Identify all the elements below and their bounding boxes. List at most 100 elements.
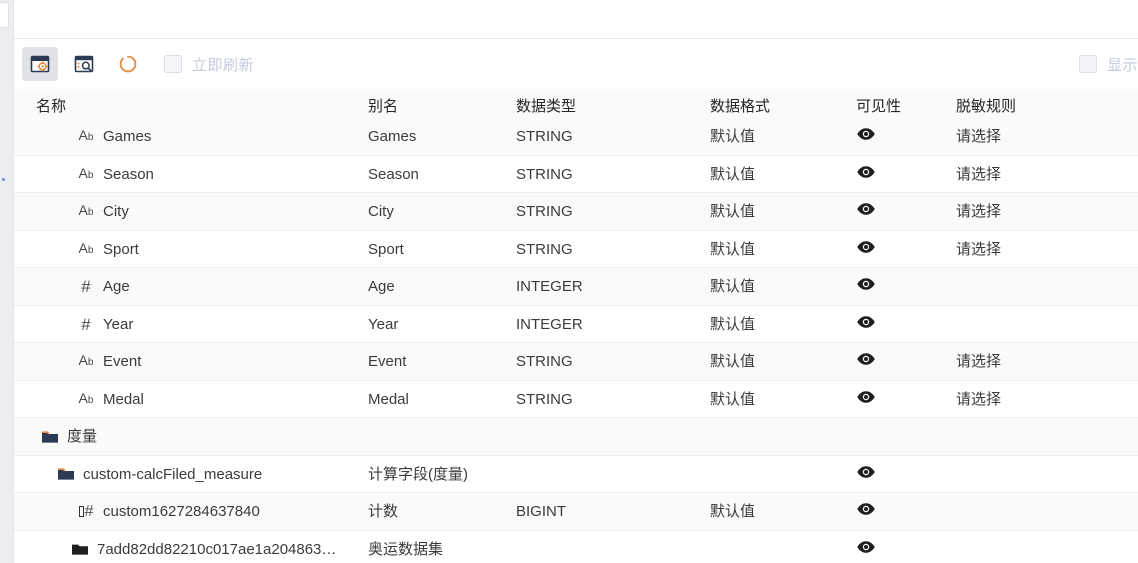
folder-open-icon — [40, 429, 60, 445]
cell-format: 默认值 — [710, 128, 756, 145]
table-row[interactable]: Ab City City STRING 默认值 请选择 — [14, 193, 1138, 231]
string-type-icon: Ab — [78, 352, 94, 368]
cell-datatype: STRING — [516, 165, 573, 183]
top-strip — [14, 0, 1138, 39]
field-name-label: 度量 — [67, 428, 98, 446]
cell-field-name: Ab Medal — [76, 381, 144, 419]
left-panel-edge — [0, 0, 14, 563]
cell-mask-rule[interactable]: 请选择 — [956, 231, 1001, 269]
cell-mask-rule[interactable]: 请选择 — [956, 156, 1001, 194]
string-type-icon: Ab — [78, 202, 94, 218]
visibility-eye-icon[interactable] — [856, 381, 876, 419]
settings-window-icon — [30, 54, 50, 74]
cell-field-name: custom-calcFiled_measure — [56, 456, 262, 494]
field-name-label: City — [103, 203, 129, 221]
cell-visibility[interactable] — [856, 193, 876, 231]
table-row[interactable]: # Age Age INTEGER 默认值 — [14, 268, 1138, 306]
cell-mask-rule[interactable]: 请选择 — [956, 343, 1001, 381]
fields-table: 名称 别名 数据类型 数据格式 可见性 脱敏规则 Ab Games Games STR… — [14, 89, 1138, 563]
field-name-label: Medal — [103, 390, 144, 408]
toolbar-right-group: 显示 — [1069, 54, 1138, 75]
cell-alias: Event — [368, 353, 407, 370]
cell-format: 默认值 — [710, 203, 756, 220]
cell-datatype: STRING — [516, 390, 573, 408]
cell-visibility[interactable] — [856, 118, 876, 156]
preview-window-icon — [74, 54, 94, 74]
table-row[interactable]: Ab Games Games STRING 默认值 请选择 — [14, 118, 1138, 156]
field-name-label: Year — [103, 315, 134, 333]
cell-format: 默认值 — [710, 390, 756, 408]
show-checkbox-box[interactable] — [1078, 55, 1097, 73]
cell-visibility[interactable] — [856, 493, 876, 531]
preview-window-icon-button[interactable] — [66, 47, 102, 81]
cell-datatype: STRING — [516, 240, 573, 258]
cell-visibility[interactable] — [856, 268, 876, 306]
table-row[interactable]: 7add82dd82210c017ae1a204863… 奥运数据集 — [14, 530, 1138, 563]
cell-visibility[interactable] — [856, 156, 876, 194]
cell-visibility[interactable] — [856, 456, 876, 494]
cell-datatype: STRING — [516, 203, 573, 220]
cell-format: 默认值 — [710, 278, 756, 295]
refresh-spinner-icon-button[interactable] — [110, 47, 146, 81]
cell-mask-rule[interactable]: 请选择 — [956, 381, 1001, 419]
refresh-spinner-icon — [118, 54, 138, 74]
visibility-eye-icon[interactable] — [856, 456, 876, 494]
table-row[interactable]: Ab Sport Sport STRING 默认值 请选择 — [14, 230, 1138, 269]
cell-datatype: STRING — [516, 128, 573, 145]
toolbar-left-group: 立即刷新 — [14, 47, 254, 81]
table-row[interactable]: # Year Year INTEGER 默认值 — [14, 305, 1138, 344]
field-name-label: Season — [103, 165, 154, 183]
integer-type-icon: # — [81, 277, 91, 296]
show-checkbox[interactable]: 显示 — [1078, 54, 1138, 75]
cell-field-name: # Year — [76, 306, 133, 344]
cell-mask-rule[interactable]: 请选择 — [956, 118, 1001, 156]
table-row[interactable]: Ab Medal Medal STRING 默认值 请选择 — [14, 380, 1138, 419]
string-type-icon: Ab — [78, 239, 94, 256]
folder-open-icon — [56, 466, 76, 482]
table-row[interactable]: 度量 — [14, 418, 1138, 456]
cell-visibility[interactable] — [856, 231, 876, 269]
field-name-label: Games — [103, 128, 152, 146]
table-row[interactable]: Ab Season Season STRING 默认值 请选择 — [14, 155, 1138, 194]
cell-mask-rule[interactable]: 请选择 — [956, 193, 1001, 231]
cell-alias: 计数 — [368, 503, 399, 520]
visibility-eye-icon[interactable] — [856, 193, 876, 231]
field-name-label: custom1627284637840 — [103, 503, 260, 521]
cell-alias: Age — [368, 278, 395, 295]
cell-format: 默认值 — [710, 503, 756, 520]
table-row[interactable]: # custom1627284637840 计数 BIGINT 默认值 — [14, 493, 1138, 531]
cell-field-name: Ab Sport — [76, 231, 139, 269]
cell-datatype: INTEGER — [516, 315, 583, 333]
cell-visibility[interactable] — [856, 531, 876, 563]
refresh-now-checkbox[interactable]: 立即刷新 — [164, 54, 254, 75]
cell-format: 默认值 — [710, 315, 756, 333]
visibility-eye-icon[interactable] — [856, 231, 876, 269]
cell-field-name: # Age — [76, 268, 129, 306]
cell-field-name: 度量 — [40, 418, 97, 456]
table-row[interactable]: Ab Event Event STRING 默认值 请选择 — [14, 343, 1138, 381]
cell-visibility[interactable] — [856, 343, 876, 381]
field-name-label: Event — [103, 353, 142, 371]
visibility-eye-icon[interactable] — [856, 493, 876, 531]
visibility-eye-icon[interactable] — [856, 118, 876, 156]
visibility-eye-icon[interactable] — [856, 306, 876, 344]
cell-format: 默认值 — [710, 165, 756, 183]
visibility-eye-icon[interactable] — [856, 268, 876, 306]
cell-format: 默认值 — [710, 240, 756, 258]
cell-visibility[interactable] — [856, 306, 876, 344]
table-row[interactable]: custom-calcFiled_measure 计算字段(度量) — [14, 455, 1138, 494]
visibility-eye-icon[interactable] — [856, 343, 876, 381]
visibility-eye-icon[interactable] — [856, 531, 876, 563]
cell-format: 默认值 — [710, 353, 756, 370]
cell-field-name: # custom1627284637840 — [76, 493, 260, 531]
cell-alias: 计算字段(度量) — [368, 465, 468, 483]
cell-visibility[interactable] — [856, 381, 876, 419]
string-type-icon: Ab — [78, 127, 94, 143]
refresh-now-checkbox-box[interactable] — [164, 55, 182, 73]
cell-alias: City — [368, 203, 394, 220]
visibility-eye-icon[interactable] — [856, 156, 876, 194]
left-panel-card-peek — [0, 2, 9, 28]
field-name-label: custom-calcFiled_measure — [83, 465, 263, 483]
settings-window-icon-button[interactable] — [22, 47, 58, 81]
cell-alias: Year — [368, 315, 399, 333]
